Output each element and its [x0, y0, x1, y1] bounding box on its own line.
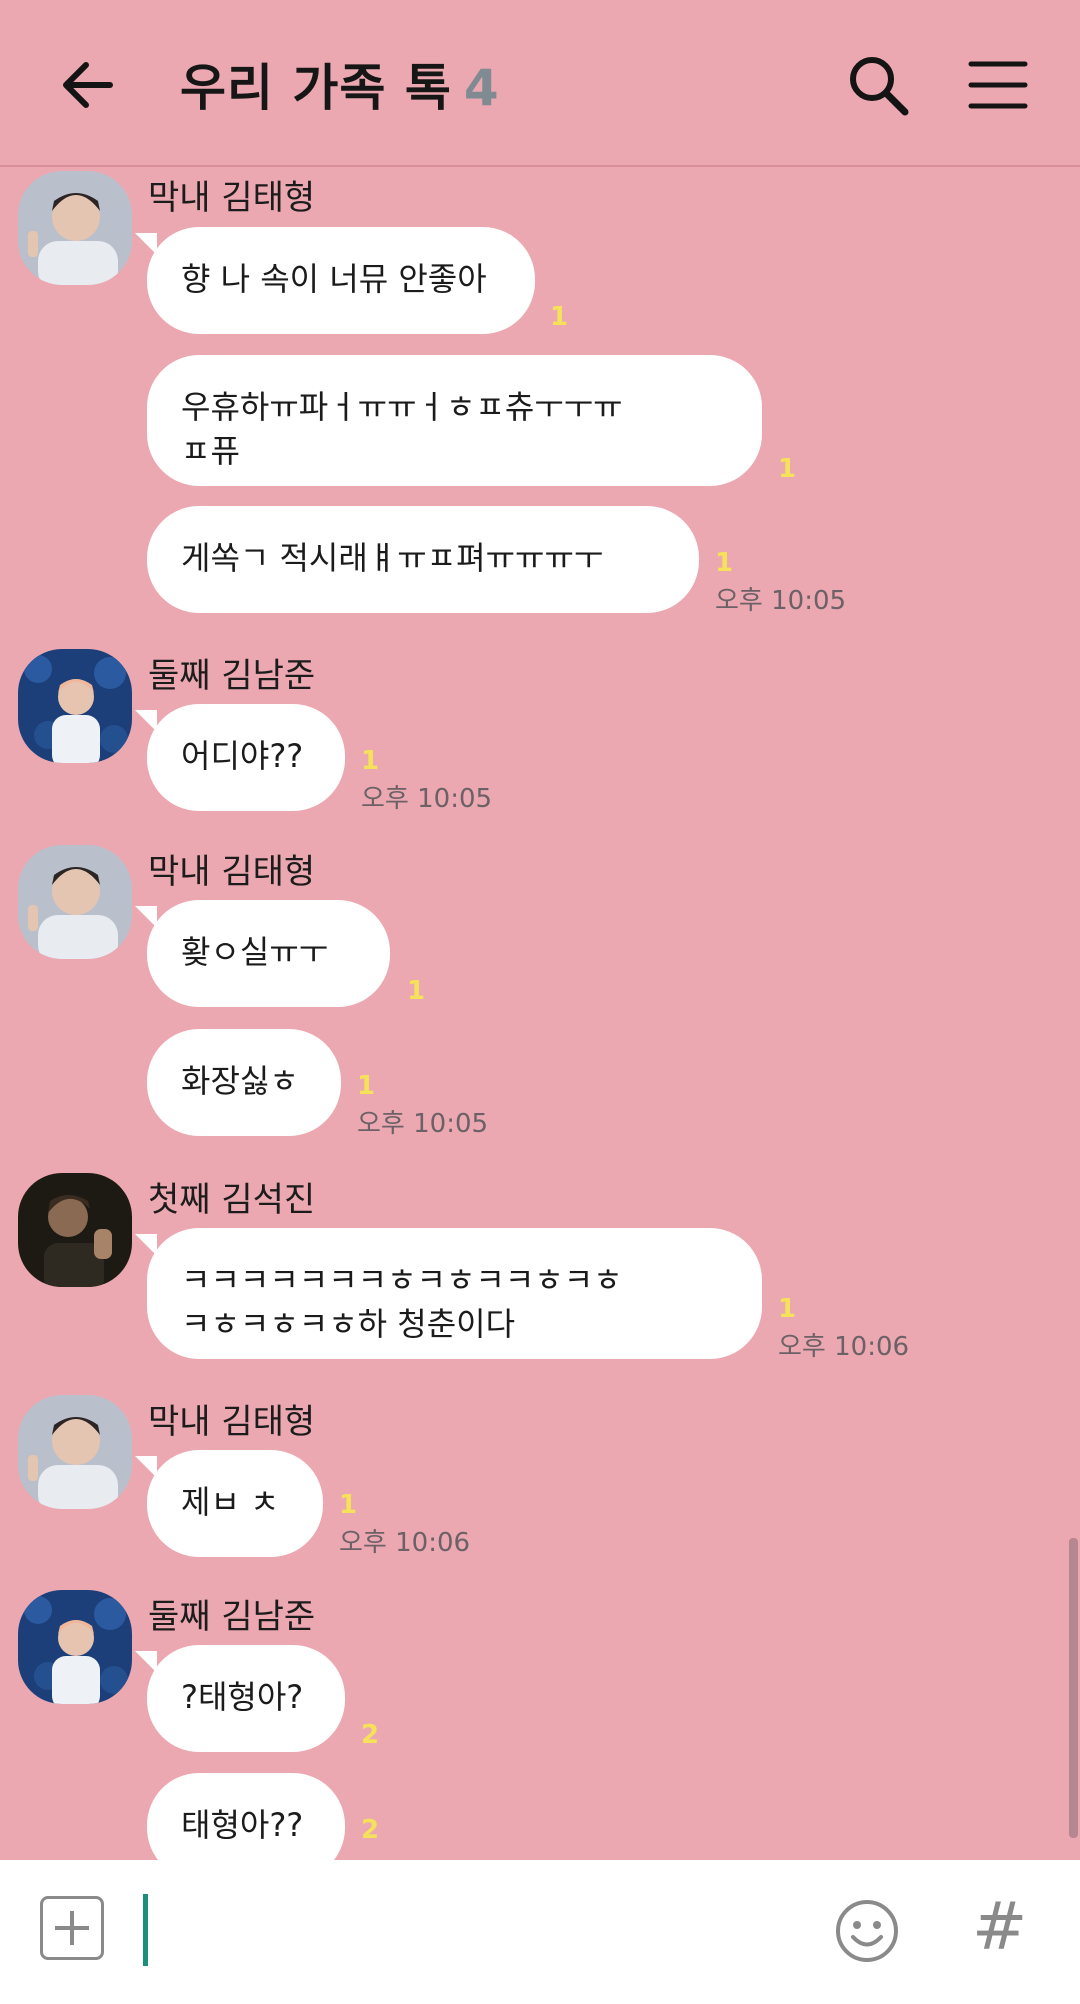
unread-count: 2 — [361, 1720, 380, 1750]
chat-header: 우리 가족 톡4 — [0, 0, 1080, 167]
unread-count: 1 — [361, 746, 380, 776]
avatar[interactable] — [18, 171, 132, 285]
search-button[interactable] — [845, 52, 911, 118]
profile-photo-taehyung — [18, 1395, 132, 1509]
avatar[interactable] — [18, 649, 132, 763]
message-bubble[interactable]: 우휴하ㅠ파ㅓㅠㅠㅓㅎㅍ츄ㅜㅜㅠ ㅍ퓨 — [147, 355, 762, 486]
attach-button[interactable] — [40, 1896, 104, 1960]
message-bubble[interactable]: 홪ㅇ실ㅠㅜ — [135, 900, 390, 1007]
message-bubble[interactable]: 제ㅂ ㅊ — [135, 1450, 323, 1557]
member-count: 4 — [463, 59, 500, 117]
profile-photo-seokjin — [18, 1173, 132, 1287]
hashtag-button[interactable]: # — [972, 1888, 1027, 1965]
scrollbar[interactable] — [1069, 1538, 1078, 1838]
chat-title: 우리 가족 톡4 — [180, 48, 500, 120]
sender-name: 둘째 김남준 — [148, 1597, 316, 1637]
profile-photo-namjoon — [18, 649, 132, 763]
message-time: 오후 10:06 — [778, 1332, 910, 1362]
message-bubble[interactable]: ㅋㅋㅋㅋㅋㅋㅋㅎㅋㅎㅋㅋㅎㅋㅎ ㅋㅎㅋㅎㅋㅎ하 청춘이다 — [135, 1228, 762, 1359]
hamburger-menu-icon — [968, 61, 1028, 109]
unread-count: 1 — [407, 976, 426, 1006]
hash-icon: # — [972, 1888, 1028, 1965]
message-input-bar: # — [0, 1860, 1080, 2004]
profile-photo-namjoon — [18, 1590, 132, 1704]
message-time: 오후 10:05 — [357, 1109, 489, 1139]
arrow-left-icon — [63, 62, 113, 108]
sender-name: 막내 김태형 — [148, 178, 316, 218]
message-time: 오후 10:06 — [339, 1528, 471, 1558]
profile-photo-taehyung — [18, 845, 132, 959]
unread-count: 2 — [361, 1815, 380, 1845]
room-name: 우리 가족 톡 — [180, 59, 452, 117]
message-bubble[interactable]: 화장싫ㅎ — [147, 1029, 341, 1136]
message-bubble[interactable]: 게쏙ㄱ 적시래ㅒㅠㅍ펴ㅠㅠㅠㅜ — [147, 506, 699, 613]
smiley-icon — [836, 1900, 898, 1962]
sender-name: 막내 김태형 — [148, 1402, 316, 1442]
emoji-button[interactable] — [834, 1898, 900, 1964]
message-bubble[interactable]: 태형아?? — [147, 1773, 345, 1860]
sender-name: 둘째 김남준 — [148, 656, 316, 696]
message-time: 오후 10:05 — [715, 586, 847, 616]
avatar[interactable] — [18, 1590, 132, 1704]
unread-count: 1 — [778, 1294, 797, 1324]
unread-count: 1 — [550, 302, 569, 332]
message-bubble[interactable]: 향 나 속이 너뮤 안좋아 — [135, 227, 535, 334]
unread-count: 1 — [357, 1071, 376, 1101]
plus-square-icon — [55, 1911, 89, 1945]
unread-count: 1 — [715, 548, 734, 578]
sender-name: 막내 김태형 — [148, 852, 316, 892]
avatar[interactable] — [18, 845, 132, 959]
unread-count: 1 — [778, 454, 797, 484]
message-input[interactable] — [143, 1894, 148, 1966]
unread-count: 1 — [339, 1490, 358, 1520]
message-time: 오후 10:05 — [361, 784, 493, 814]
message-bubble[interactable]: 어디야?? — [135, 704, 345, 811]
avatar[interactable] — [18, 1395, 132, 1509]
search-icon — [850, 57, 909, 116]
menu-button[interactable] — [965, 52, 1031, 118]
message-bubble[interactable]: ?태형아? — [135, 1645, 345, 1752]
avatar[interactable] — [18, 1173, 132, 1287]
sender-name: 첫째 김석진 — [148, 1180, 316, 1220]
message-list[interactable]: 막내 김태형 향 나 속이 너뮤 안좋아 1 우휴하ㅠ파ㅓㅠㅠㅓㅎㅍ츄ㅜㅜㅠ ㅍ… — [0, 168, 1080, 1860]
profile-photo-taehyung — [18, 171, 132, 285]
back-button[interactable] — [55, 52, 121, 118]
